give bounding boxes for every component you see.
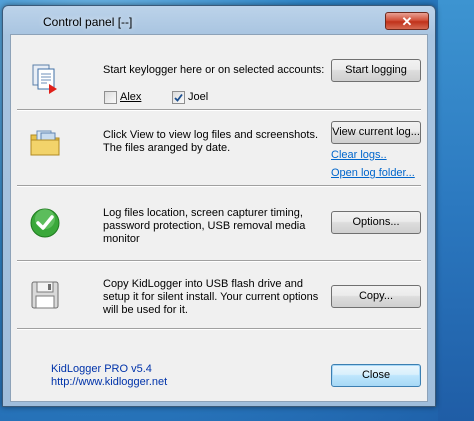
folder-icon: [30, 130, 60, 156]
document-play-icon: [32, 64, 57, 94]
close-button[interactable]: Close: [331, 364, 421, 387]
divider: [17, 109, 421, 111]
divider: [17, 260, 421, 262]
start-logging-button[interactable]: Start logging: [331, 59, 421, 82]
clear-logs-link[interactable]: Clear logs..: [331, 149, 387, 162]
account-checkbox-alex[interactable]: [104, 91, 117, 104]
logs-description: Click View to view log files and screens…: [103, 129, 319, 154]
green-check-icon: [30, 208, 60, 238]
product-version: KidLogger PRO v5.4: [51, 363, 152, 375]
options-description: Log files location, screen capturer timi…: [103, 207, 306, 245]
title-bar[interactable]: Control panel [--] ✕: [3, 6, 435, 34]
copy-button[interactable]: Copy...: [331, 285, 421, 308]
account-label-joel: Joel: [188, 91, 209, 103]
divider: [17, 328, 421, 330]
options-button[interactable]: Options...: [331, 211, 421, 234]
checkmark-icon: [174, 93, 183, 102]
logging-description: Start keylogger here or on selected acco…: [103, 64, 325, 76]
open-log-folder-link[interactable]: Open log folder...: [331, 167, 415, 180]
desktop-background: [438, 0, 474, 421]
window-close-button[interactable]: ✕: [385, 12, 429, 30]
account-label-alex: Alex: [120, 91, 142, 103]
floppy-disk-icon: [31, 281, 59, 309]
copy-description: Copy KidLogger into USB flash drive and …: [103, 278, 319, 316]
website-url[interactable]: http://www.kidlogger.net: [51, 376, 167, 389]
window-title: Control panel [--]: [43, 15, 133, 29]
divider: [17, 185, 421, 187]
control-panel-window: Control panel [--] ✕ Start keylogger her…: [2, 5, 436, 407]
client-area: Start keylogger here or on selected acco…: [10, 34, 428, 402]
account-checkbox-joel[interactable]: [172, 91, 185, 104]
close-icon: ✕: [401, 14, 413, 29]
view-current-log-button[interactable]: View current log...: [331, 121, 421, 144]
